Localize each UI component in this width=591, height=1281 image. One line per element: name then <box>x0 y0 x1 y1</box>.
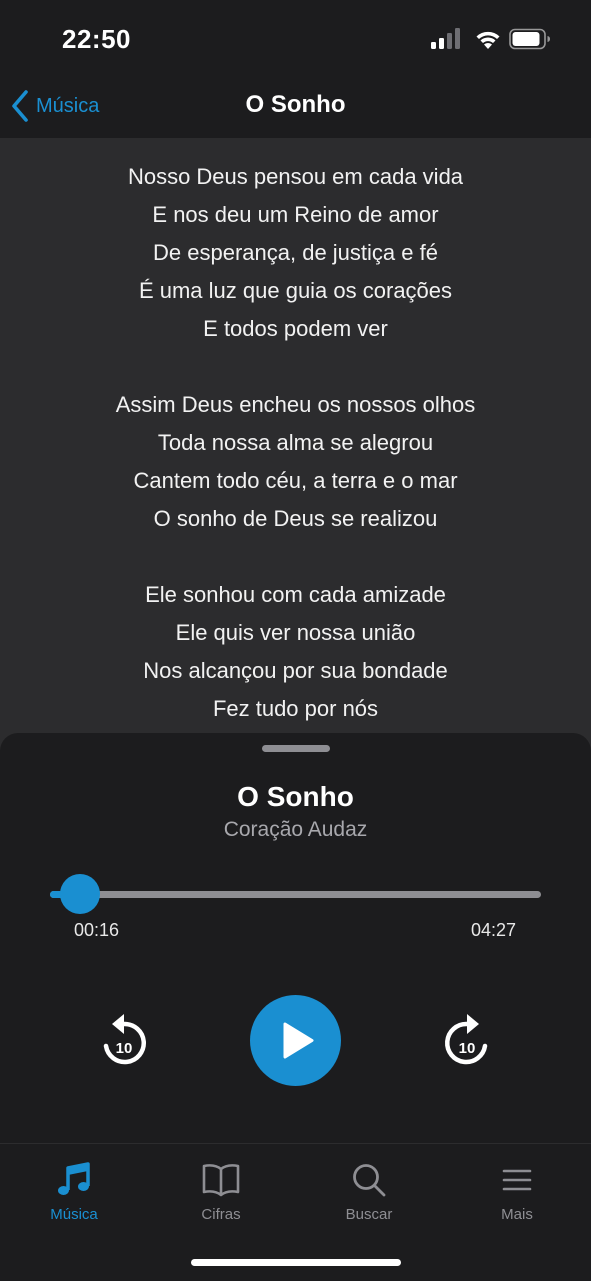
lyric-line: Toda nossa alma se alegrou <box>157 430 434 455</box>
lyric-line: O sonho de Deus se realizou <box>153 506 438 531</box>
forward-seconds-label: 10 <box>459 1040 476 1057</box>
lyric-line: Ele sonhou com cada amizade <box>145 582 446 607</box>
tab-label: Cifras <box>201 1206 241 1223</box>
rewind-10-button[interactable]: 10 <box>99 1011 149 1069</box>
sheet-grabber-handle[interactable] <box>262 745 330 752</box>
tab-musica[interactable]: Música <box>24 1162 124 1232</box>
status-time: 22:50 <box>62 24 131 54</box>
battery-icon <box>509 28 550 50</box>
menu-icon <box>502 1169 532 1191</box>
play-icon <box>283 1022 314 1059</box>
lyrics-stanza: Ele sonhou com cada amizade Ele quis ver … <box>0 576 591 728</box>
elapsed-time: 00:16 <box>74 920 120 940</box>
music-note-icon <box>58 1162 90 1195</box>
total-duration: 04:27 <box>470 920 516 940</box>
lyric-line: Fez tudo por nós <box>212 696 379 721</box>
navigation-bar: Música O Sonho <box>0 74 591 138</box>
lyric-line: E nos deu um Reino de amor <box>152 202 439 227</box>
tab-buscar[interactable]: Buscar <box>319 1162 419 1232</box>
wifi-icon <box>476 31 500 49</box>
book-icon <box>202 1164 240 1197</box>
lyric-line: Ele quis ver nossa união <box>175 620 416 645</box>
progress-slider[interactable] <box>50 874 541 914</box>
lyric-line: É uma luz que guia os corações <box>138 278 453 303</box>
lyric-line: Assim Deus encheu os nossos olhos <box>115 392 476 417</box>
lyric-line: E todos podem ver <box>203 316 388 341</box>
rewind-10-icon: 10 <box>103 1014 146 1065</box>
page-title: O Sonho <box>245 91 346 118</box>
lyrics-view[interactable]: Nosso Deus pensou em cada vida E nos deu … <box>0 138 591 758</box>
forward-10-button[interactable]: 10 <box>442 1011 492 1069</box>
forward-10-icon: 10 <box>445 1014 488 1065</box>
status-bar: 22:50 <box>0 0 591 74</box>
lyric-line: Nosso Deus pensou em cada vida <box>127 164 464 189</box>
tab-label: Mais <box>501 1206 533 1223</box>
track-title: O Sonho <box>237 781 354 812</box>
lyric-line: Nos alcançou por sua bondade <box>143 658 448 683</box>
lyric-line: De esperança, de justiça e fé <box>153 240 438 265</box>
lyric-line: Cantem todo céu, a terra e o mar <box>133 468 458 493</box>
player-sheet: O Sonho Coração Audaz 00:16 04:27 10 10 <box>0 733 591 1143</box>
tab-mais[interactable]: Mais <box>467 1162 567 1232</box>
tab-cifras[interactable]: Cifras <box>171 1162 271 1232</box>
progress-thumb[interactable] <box>60 874 101 914</box>
lyrics-stanza: Assim Deus encheu os nossos olhos Toda no… <box>0 386 591 538</box>
tab-label: Buscar <box>345 1206 393 1223</box>
home-indicator <box>191 1259 401 1266</box>
lyrics-stanza: Nosso Deus pensou em cada vida E nos deu … <box>0 158 591 348</box>
rewind-seconds-label: 10 <box>116 1040 133 1057</box>
search-icon <box>353 1164 386 1197</box>
cellular-signal-icon <box>431 28 460 49</box>
track-artist: Coração Audaz <box>223 818 368 841</box>
tab-label: Música <box>50 1206 98 1223</box>
play-button[interactable] <box>250 995 341 1086</box>
